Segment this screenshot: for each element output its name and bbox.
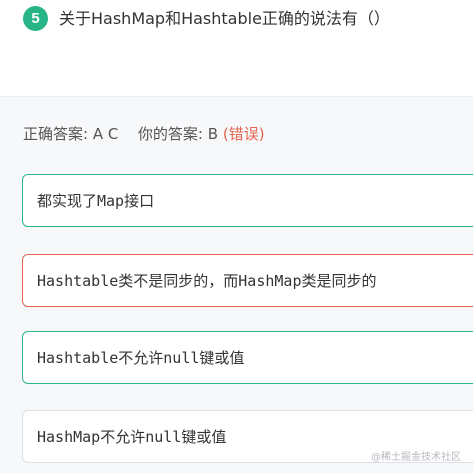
result-status: (错误) — [222, 125, 265, 143]
option-a-text: 都实现了Map接口 — [37, 192, 155, 210]
option-a[interactable]: 都实现了Map接口 — [22, 174, 473, 227]
question-header: 5 关于HashMap和Hashtable正确的说法有（） — [0, 0, 473, 96]
question-text: 关于HashMap和Hashtable正确的说法有（） — [59, 9, 390, 28]
your-answer-label: 你的答案: — [137, 125, 203, 143]
correct-answer-label: 正确答案: — [23, 125, 89, 143]
option-b[interactable]: Hashtable类不是同步的，而HashMap类是同步的 — [22, 254, 473, 307]
option-c[interactable]: Hashtable不允许null键或值 — [22, 331, 473, 384]
option-c-text: Hashtable不允许null键或值 — [37, 349, 245, 367]
watermark: @稀土掘金技术社区 — [371, 452, 461, 463]
option-d-text: HashMap不允许null键或值 — [37, 428, 227, 446]
correct-answer-value: A C — [92, 125, 119, 143]
your-answer-value: B — [207, 125, 219, 143]
option-b-text: Hashtable类不是同步的，而HashMap类是同步的 — [37, 272, 377, 290]
quiz-page: 5 关于HashMap和Hashtable正确的说法有（） 正确答案: A C … — [0, 0, 473, 473]
question-number-badge: 5 — [23, 6, 48, 31]
answer-summary: 正确答案: A C 你的答案: B (错误) — [23, 123, 265, 144]
answer-area: 正确答案: A C 你的答案: B (错误) 都实现了Map接口 Hashtab… — [0, 96, 473, 473]
